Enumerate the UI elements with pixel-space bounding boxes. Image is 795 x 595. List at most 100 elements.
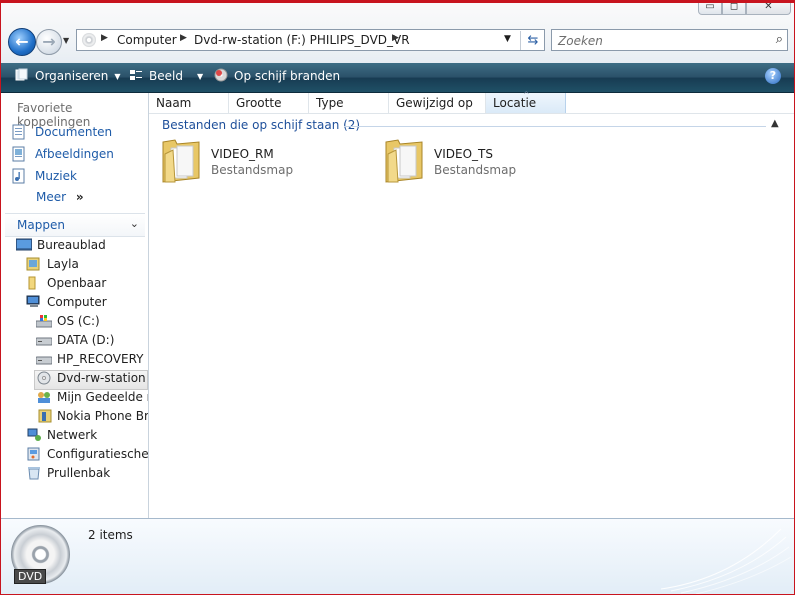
sort-indicator-icon: ^	[523, 90, 530, 99]
item-count: 2 items	[88, 528, 133, 542]
dvd-badge: DVD	[14, 569, 47, 584]
forward-button[interactable]: →	[36, 29, 62, 55]
breadcrumb-computer[interactable]: Computer	[117, 33, 177, 47]
folders-header[interactable]: Mappen ⌄	[5, 213, 145, 237]
tree-item-network[interactable]: Netwerk	[26, 428, 97, 446]
burn-button[interactable]: Op schijf branden	[214, 68, 340, 83]
column-name[interactable]: Naam	[149, 93, 229, 113]
group-divider	[344, 126, 766, 127]
command-bar: Organiseren ▼ Beeld ▼ Op schijf branden ?	[1, 63, 794, 93]
burn-disc-icon	[214, 68, 228, 82]
breadcrumb-separator-icon[interactable]: ▶	[180, 33, 187, 43]
documents-icon	[12, 124, 25, 140]
tree-label: Nokia Phone Bro	[57, 409, 149, 423]
minimize-button[interactable]: ▭	[698, 1, 722, 15]
network-icon	[27, 428, 41, 441]
tree-label: HP_RECOVERY (E	[57, 352, 148, 366]
dvd-drive-icon	[37, 371, 51, 385]
folder-icon	[162, 139, 200, 183]
tree-label: Computer	[47, 295, 107, 309]
item-name: VIDEO_RM	[211, 147, 274, 161]
tree-item-public[interactable]: Openbaar	[26, 276, 106, 294]
tree-item-computer[interactable]: Computer	[26, 295, 107, 313]
favorite-label: Documenten	[35, 125, 113, 139]
tree-label: Prullenbak	[47, 466, 111, 480]
back-arrow-icon: ←	[15, 32, 29, 51]
tree-label: DATA (D:)	[57, 333, 115, 347]
tree-item-data-d[interactable]: DATA (D:)	[36, 333, 114, 351]
search-icon[interactable]: ⌕	[776, 32, 783, 47]
phone-icon	[38, 409, 52, 423]
file-list-pane: Naam Grootte Type Gewijzigd op Locatie ^…	[149, 90, 794, 518]
column-size[interactable]: Grootte	[229, 93, 309, 113]
breadcrumb-separator-icon[interactable]: ▶	[392, 33, 399, 43]
chevron-up-icon[interactable]: ▲	[771, 118, 779, 129]
refresh-icon: ⇆	[527, 33, 539, 48]
folders-title: Mappen	[17, 218, 65, 232]
tree-label: Openbaar	[47, 276, 107, 290]
maximize-button[interactable]: ◻	[722, 1, 746, 15]
item-type: Bestandsmap	[434, 163, 517, 177]
hard-drive-icon	[36, 356, 52, 365]
recycle-bin-icon	[28, 467, 40, 480]
shared-folder-icon	[38, 392, 50, 403]
tree-item-layla[interactable]: Layla	[26, 257, 79, 275]
column-modified[interactable]: Gewijzigd op	[389, 93, 486, 113]
tree-item-hp-recovery[interactable]: HP_RECOVERY (E	[36, 352, 148, 370]
folder-item-video-rm[interactable]: VIDEO_RM Bestandsmap	[161, 136, 361, 188]
breadcrumb-separator-icon[interactable]: ▶	[101, 33, 108, 43]
tree-item-dvd-drive[interactable]: Dvd-rw-station (	[34, 370, 148, 390]
back-button[interactable]: ←	[8, 28, 36, 56]
dropdown-arrow-icon: ▼	[196, 72, 204, 81]
view-button[interactable]: Beeld ▼	[129, 68, 203, 83]
tree-item-control-panel[interactable]: Configuratiescherm	[26, 447, 148, 465]
tree-label: Layla	[47, 257, 79, 271]
folder-item-video-ts[interactable]: VIDEO_TS Bestandsmap	[384, 136, 584, 188]
group-header[interactable]: Bestanden die op schijf staan (2)	[162, 118, 360, 132]
close-button[interactable]: ✕	[746, 1, 791, 15]
more-chevron-icon: »	[75, 190, 84, 204]
forward-arrow-icon: →	[42, 32, 56, 51]
search-box[interactable]: Zoeken ⌕	[551, 29, 788, 51]
item-type: Bestandsmap	[211, 163, 294, 177]
organize-icon	[15, 68, 28, 81]
column-type[interactable]: Type	[309, 93, 389, 113]
hard-drive-icon	[36, 337, 52, 346]
desktop-icon	[16, 238, 32, 251]
address-dropdown-icon[interactable]: ▼	[504, 34, 511, 44]
favorite-documents[interactable]: Documenten	[11, 124, 112, 142]
refresh-button[interactable]: ⇆	[520, 31, 545, 50]
favorite-pictures[interactable]: Afbeeldingen	[11, 146, 114, 164]
tree-item-shared-media[interactable]: Mijn Gedeelde m	[36, 390, 148, 408]
pictures-icon	[12, 146, 25, 162]
windows-drive-icon	[36, 315, 52, 328]
address-bar[interactable]: ▶ Computer ▶ Dvd-rw-station (F:) PHILIPS…	[76, 29, 545, 51]
view-icon	[130, 70, 142, 80]
search-input[interactable]: Zoeken	[558, 34, 603, 48]
tree-label: Dvd-rw-station (	[57, 371, 149, 385]
organize-button[interactable]: Organiseren ▼	[15, 68, 121, 83]
tree-label: Netwerk	[47, 428, 98, 442]
chevron-down-icon[interactable]: ⌄	[130, 217, 139, 230]
item-name: VIDEO_TS	[434, 147, 493, 161]
user-folder-icon	[26, 257, 40, 271]
breadcrumb-dvd-drive[interactable]: Dvd-rw-station (F:) PHILIPS_DVD_VR	[194, 33, 410, 47]
music-icon	[12, 168, 25, 184]
favorite-music[interactable]: Muziek	[11, 168, 77, 186]
dropdown-arrow-icon: ▼	[114, 72, 121, 81]
tree-label: OS (C:)	[57, 314, 100, 328]
tree-item-nokia[interactable]: Nokia Phone Bro	[36, 409, 149, 427]
history-dropdown-icon[interactable]: ▼	[63, 36, 69, 45]
help-icon[interactable]: ?	[765, 68, 781, 84]
favorite-more[interactable]: Meer »	[36, 190, 84, 208]
view-label: Beeld	[149, 69, 183, 83]
column-headers: Naam Grootte Type Gewijzigd op Locatie ^	[149, 90, 794, 114]
title-bar: ▭ ◻ ✕ ← → ▼ ▶ Computer ▶ Dvd-rw-station …	[1, 1, 794, 64]
tree-item-recycle-bin[interactable]: Prullenbak	[26, 466, 110, 484]
dvd-drive-icon	[82, 33, 96, 47]
tree-item-os-c[interactable]: OS (C:)	[36, 314, 100, 332]
tree-item-desktop[interactable]: Bureaublad	[16, 238, 106, 256]
public-folder-icon	[28, 276, 36, 290]
favorite-label: Afbeeldingen	[35, 147, 114, 161]
details-pane: DVD 2 items	[1, 518, 794, 594]
